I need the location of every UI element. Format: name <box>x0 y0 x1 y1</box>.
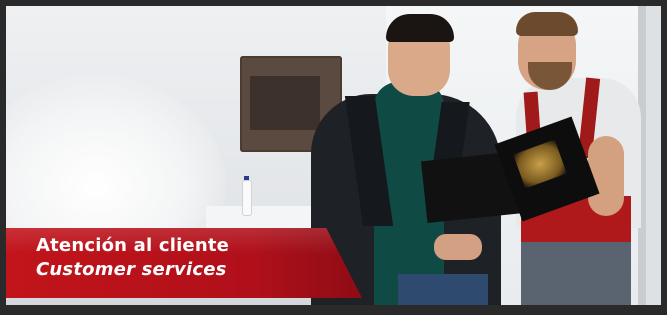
customer-hair <box>386 14 454 42</box>
banner-subtitle: Customer services <box>36 259 227 280</box>
customer-jeans <box>398 274 488 305</box>
wall-cabinet-panel <box>250 76 320 130</box>
banner-title: Atención al cliente <box>36 235 230 256</box>
mechanic-hair <box>516 12 578 36</box>
mechanic-overall-pants <box>521 242 631 305</box>
bottle <box>242 180 252 216</box>
customer-hands <box>434 234 482 260</box>
image-frame: Atención al cliente Customer services <box>0 0 667 315</box>
window-frame-edge <box>646 6 661 305</box>
